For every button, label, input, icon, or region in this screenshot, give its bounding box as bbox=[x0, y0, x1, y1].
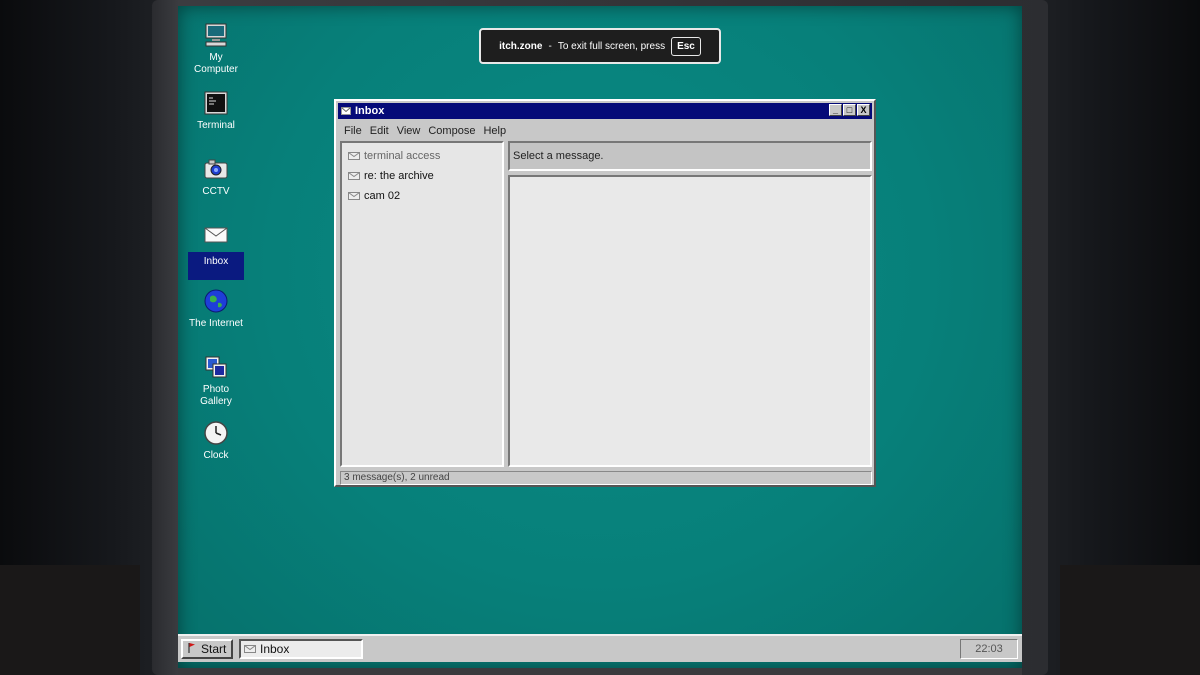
envelope-icon bbox=[348, 172, 360, 180]
desktop-icon-terminal[interactable]: Terminal bbox=[184, 90, 248, 132]
desktop-icon-label: Terminal bbox=[197, 120, 235, 131]
desktop-icon-clock[interactable]: Clock bbox=[184, 420, 248, 462]
desktop-icon-label: Inbox bbox=[203, 256, 229, 267]
envelope-icon bbox=[203, 222, 229, 248]
desktop-screen: My Computer Terminal CCTV Inbox The Inte… bbox=[178, 6, 1022, 668]
maximize-button[interactable]: □ bbox=[843, 104, 856, 116]
menu-edit[interactable]: Edit bbox=[366, 123, 393, 139]
message-item[interactable]: cam 02 bbox=[342, 186, 502, 206]
preview-header-text: Select a message. bbox=[513, 150, 604, 162]
status-bar: 3 message(s), 2 unread bbox=[340, 471, 872, 485]
window-titlebar[interactable]: Inbox _ □ X bbox=[338, 103, 872, 119]
taskbar-item-label: Inbox bbox=[260, 642, 290, 656]
desktop-icon-label: My bbox=[209, 52, 223, 63]
desktop-icon-photo-gallery[interactable]: Photo Gallery bbox=[184, 354, 248, 408]
taskbar-clock: 22:03 bbox=[960, 639, 1018, 659]
fullscreen-banner: itch.zone - To exit full screen, press E… bbox=[479, 28, 721, 64]
terminal-icon bbox=[203, 90, 229, 116]
gallery-icon bbox=[203, 354, 229, 380]
flag-icon bbox=[188, 642, 196, 657]
floor-left bbox=[0, 565, 140, 675]
message-subject: cam 02 bbox=[364, 190, 401, 202]
taskbar-item-inbox[interactable]: Inbox bbox=[239, 639, 363, 659]
preview-body[interactable] bbox=[508, 175, 872, 467]
desktop-icon-the-internet[interactable]: The Internet bbox=[184, 288, 248, 330]
window-title: Inbox bbox=[355, 105, 385, 117]
close-button[interactable]: X bbox=[857, 104, 870, 116]
envelope-icon bbox=[244, 642, 256, 656]
menu-compose[interactable]: Compose bbox=[424, 123, 479, 139]
banner-separator: - bbox=[548, 40, 552, 52]
start-button[interactable]: Start bbox=[181, 639, 233, 659]
banner-message: To exit full screen, press bbox=[557, 40, 666, 52]
message-subject: re: the archive bbox=[364, 170, 434, 182]
floor-right bbox=[1060, 565, 1200, 675]
banner-site: itch.zone bbox=[499, 40, 543, 52]
envelope-icon bbox=[341, 107, 351, 115]
desktop-icon-label: Computer bbox=[194, 64, 238, 75]
envelope-icon bbox=[348, 192, 360, 200]
message-item[interactable]: re: the archive bbox=[342, 166, 502, 186]
desktop-icon-label: The Internet bbox=[189, 318, 243, 329]
desktop-icon-label: Clock bbox=[203, 450, 229, 461]
envelope-icon bbox=[348, 152, 360, 160]
camera-icon bbox=[203, 156, 229, 182]
desktop-icon-label: Gallery bbox=[200, 396, 232, 407]
status-text: 3 message(s), 2 unread bbox=[344, 472, 450, 483]
clock-icon bbox=[203, 420, 229, 446]
minimize-button[interactable]: _ bbox=[829, 104, 842, 116]
esc-key-badge: Esc bbox=[671, 36, 701, 56]
message-list: terminal access re: the archive cam 02 bbox=[340, 141, 504, 467]
menu-view[interactable]: View bbox=[393, 123, 425, 139]
desktop-icon-inbox[interactable]: Inbox bbox=[184, 222, 248, 280]
inbox-window: Inbox _ □ X File Edit View Compose Help … bbox=[334, 99, 876, 487]
desktop-icon-label: Photo bbox=[202, 384, 230, 395]
menu-help[interactable]: Help bbox=[479, 123, 510, 139]
computer-icon bbox=[203, 22, 229, 48]
taskbar: Start Inbox 22:03 bbox=[178, 634, 1022, 662]
desktop-icon-label: CCTV bbox=[202, 186, 230, 197]
menu-file[interactable]: File bbox=[340, 123, 366, 139]
menu-bar: File Edit View Compose Help bbox=[340, 123, 510, 139]
preview-header: Select a message. bbox=[508, 141, 872, 171]
clock-time: 22:03 bbox=[975, 643, 1003, 655]
message-item[interactable]: terminal access bbox=[342, 146, 502, 166]
message-subject: terminal access bbox=[364, 150, 441, 162]
globe-icon bbox=[203, 288, 229, 314]
desktop-icon-cctv[interactable]: CCTV bbox=[184, 156, 248, 198]
start-label: Start bbox=[201, 642, 227, 656]
desktop-icon-my-computer[interactable]: My Computer bbox=[184, 22, 248, 76]
